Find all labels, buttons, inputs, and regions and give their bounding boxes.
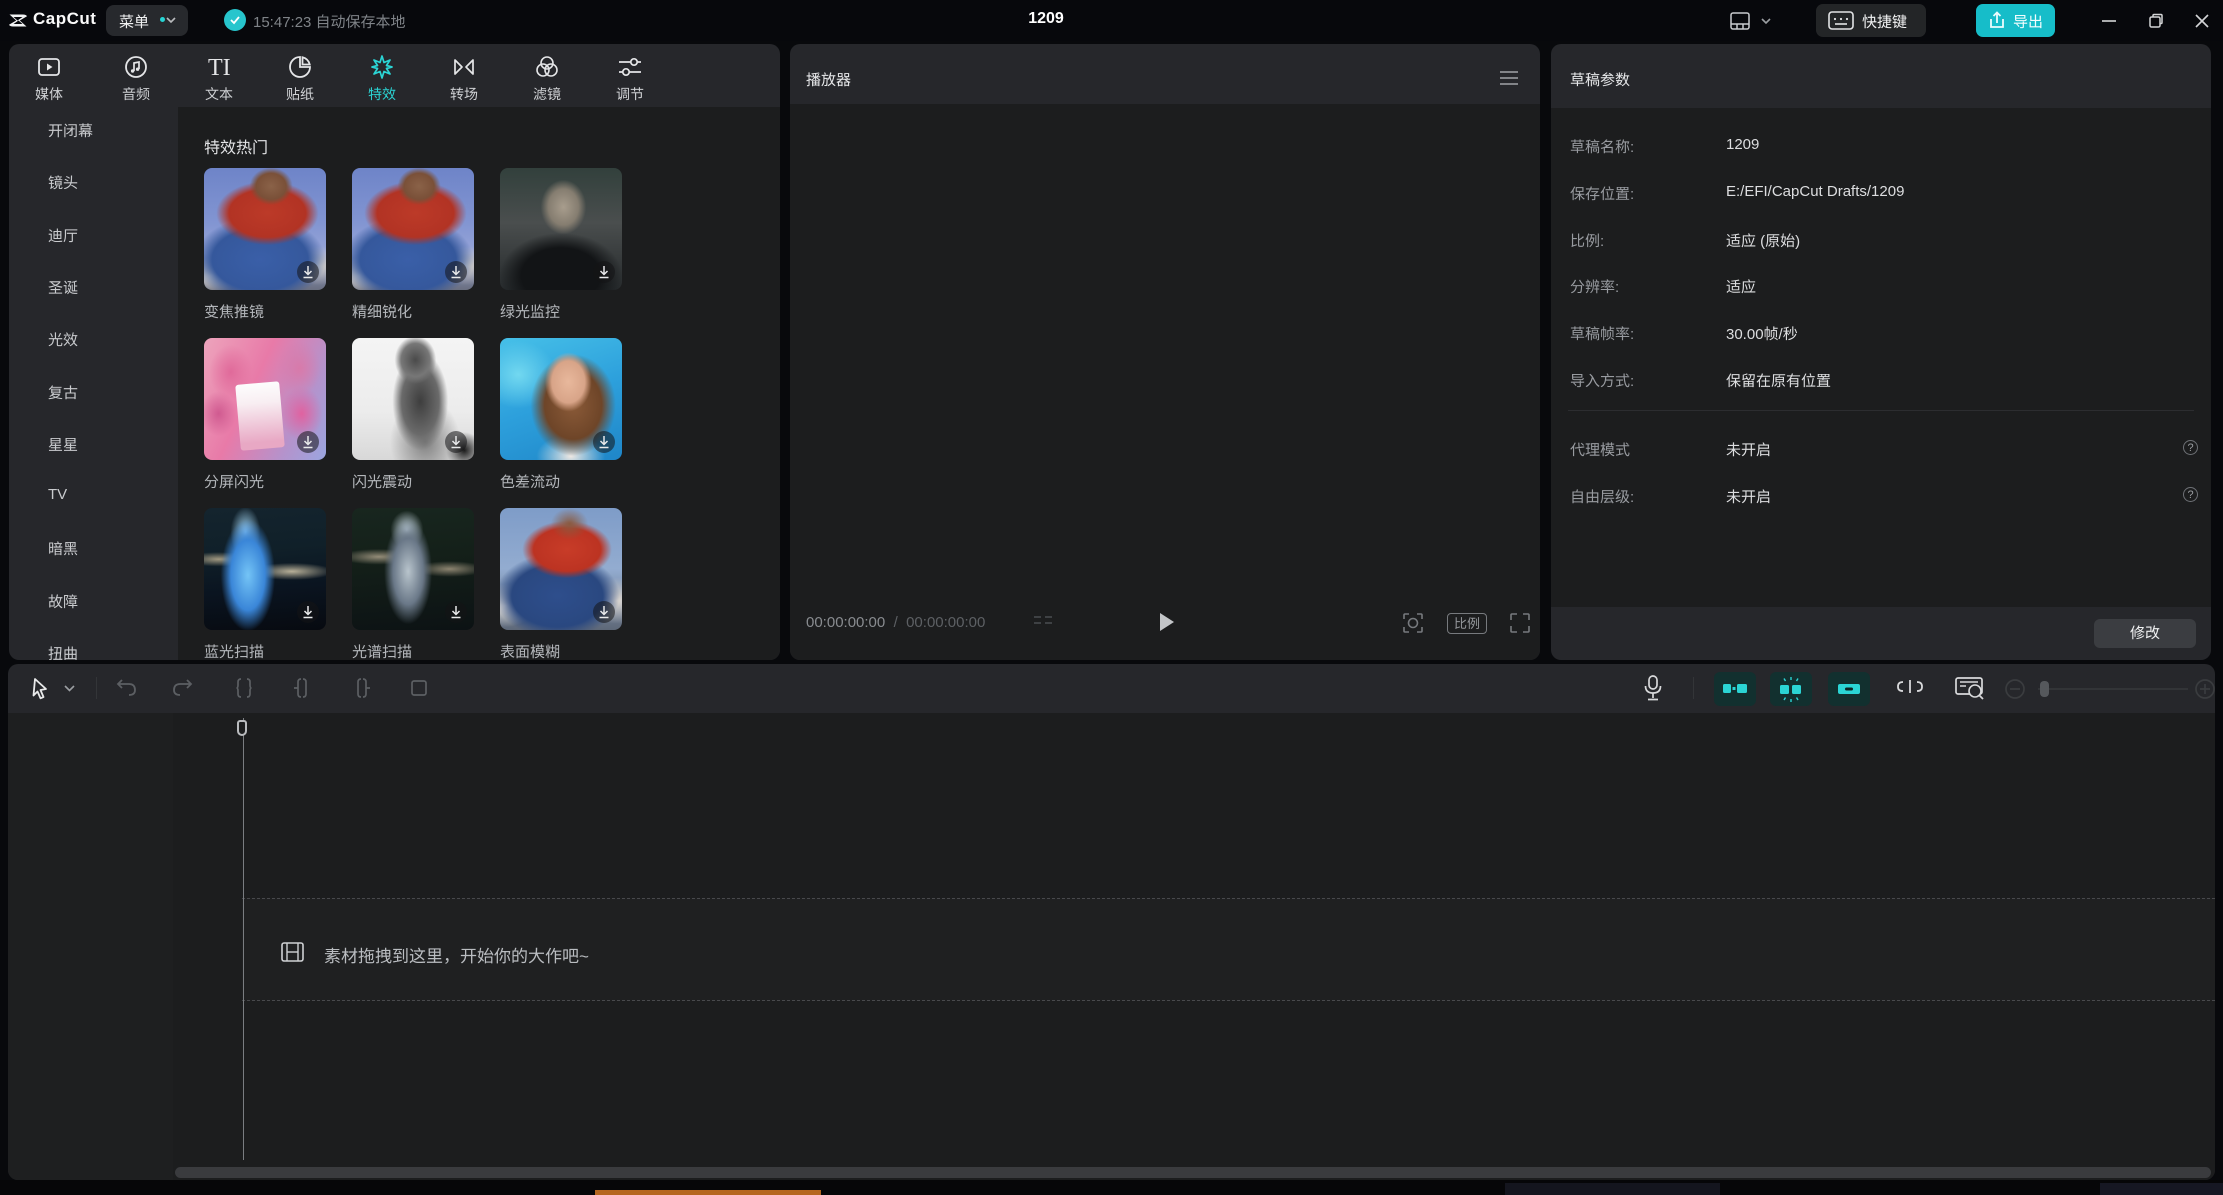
svg-text:TI: TI xyxy=(208,55,231,80)
